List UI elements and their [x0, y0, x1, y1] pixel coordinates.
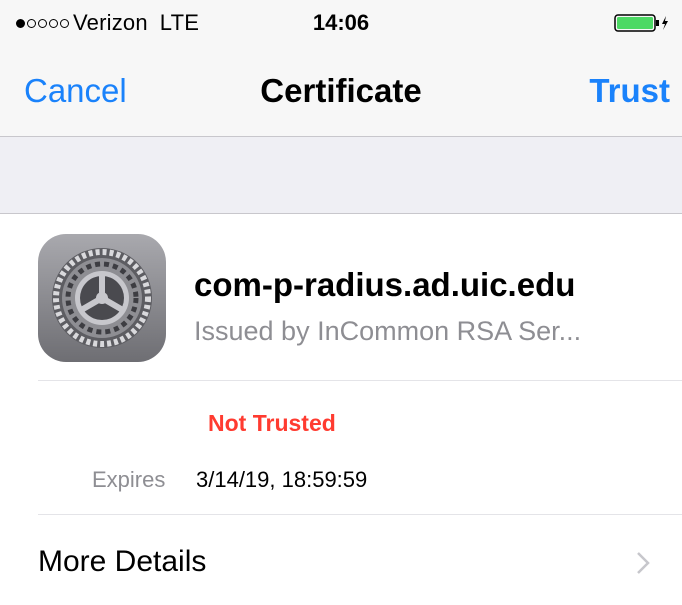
navigation-bar: Cancel Certificate Trust — [0, 44, 682, 137]
more-details-row[interactable]: More Details — [0, 515, 682, 605]
cancel-button[interactable]: Cancel — [24, 72, 127, 110]
status-time: 14:06 — [312, 10, 370, 35]
expires-label: Expires — [92, 467, 166, 492]
trust-button[interactable]: Trust — [589, 72, 670, 110]
chevron-right-icon — [637, 552, 650, 574]
settings-gear-icon — [38, 234, 166, 362]
certificate-name: com-p-radius.ad.uic.edu — [194, 266, 576, 303]
trust-status: Not Trusted — [208, 410, 336, 436]
more-details-label: More Details — [38, 545, 207, 578]
status-bar: Verizon LTE 14:06 — [0, 0, 682, 44]
section-gap — [0, 137, 682, 214]
expires-value: 3/14/19, 18:59:59 — [196, 467, 368, 492]
certificate-issuer: Issued by InCommon RSA Ser... — [194, 316, 582, 346]
battery-icon — [614, 14, 668, 32]
divider — [38, 380, 682, 381]
certificate-header: com-p-radius.ad.uic.edu Issued by InComm… — [0, 214, 682, 380]
